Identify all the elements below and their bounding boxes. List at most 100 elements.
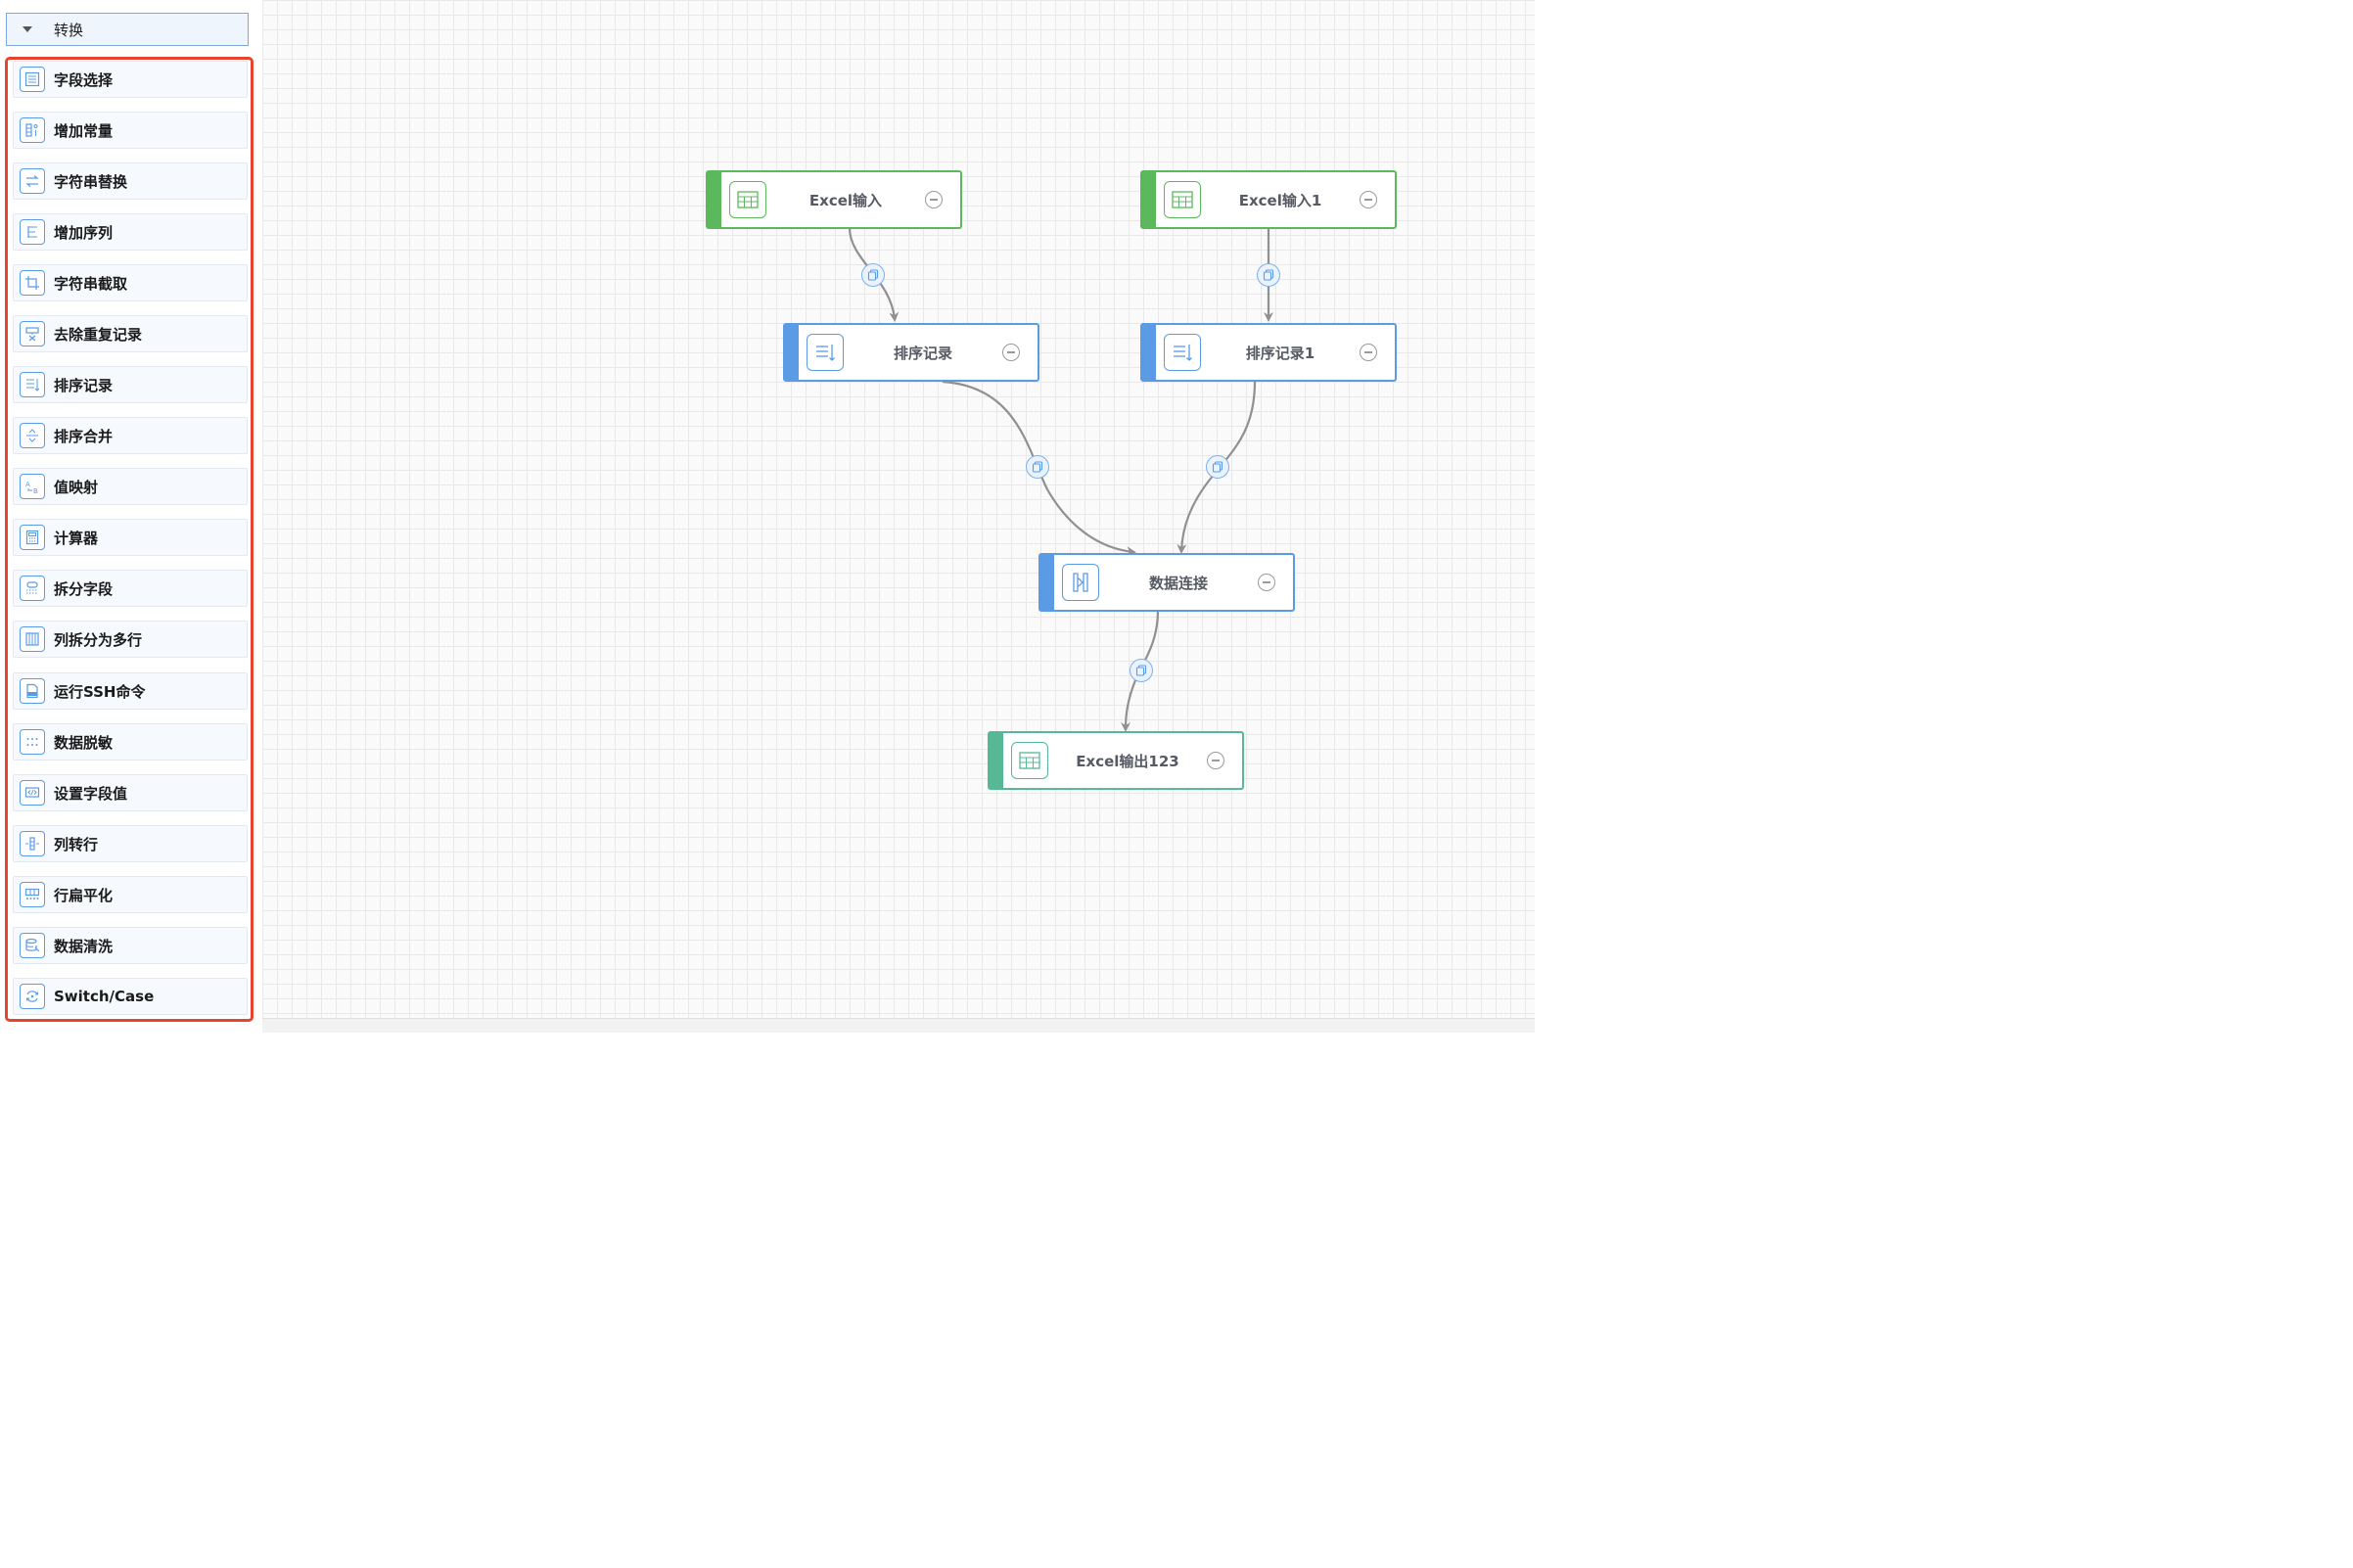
split-field-icon (20, 576, 45, 601)
masking-icon (20, 729, 45, 755)
category-header-transform[interactable]: 转换 (6, 13, 249, 46)
table-icon (729, 181, 766, 218)
remove-circle-icon[interactable] (925, 191, 943, 208)
step-item-split-rows[interactable]: 列拆分为多行 (13, 621, 248, 658)
sort-merge-icon (20, 423, 45, 448)
step-label: 字符串截取 (54, 274, 128, 293)
step-item-field-select[interactable]: 字段选择 (13, 61, 248, 98)
calculator-icon (20, 525, 45, 550)
copy-icon (1212, 461, 1223, 473)
step-label: 字符串替换 (54, 172, 128, 191)
category-title: 转换 (54, 21, 84, 39)
remove-circle-icon[interactable] (1258, 574, 1275, 591)
hop-copy-badge[interactable] (1026, 455, 1049, 479)
app-root: 转换 字段选择 增加常量 字符串替换 增加序列 字符串截取 去除重复记录 排序记… (0, 0, 1535, 1033)
join-icon (1062, 564, 1099, 601)
string-cut-icon (20, 270, 45, 296)
step-label: 列拆分为多行 (54, 630, 143, 649)
ssh-icon (20, 678, 45, 704)
node-excel-input[interactable]: Excel输入 (706, 170, 962, 229)
step-item-add-sequence[interactable]: 增加序列 (13, 213, 248, 251)
step-item-dedupe[interactable]: 去除重复记录 (13, 315, 248, 352)
copy-icon (867, 269, 879, 281)
remove-circle-icon[interactable] (1360, 344, 1377, 361)
step-label: 排序记录 (54, 376, 114, 394)
step-label: Switch/Case (54, 988, 155, 1005)
remove-circle-icon[interactable] (1207, 752, 1224, 769)
column-to-row-icon (20, 831, 45, 856)
step-label: 计算器 (54, 529, 99, 547)
node-label: 排序记录1 (1245, 344, 1315, 362)
step-item-sort[interactable]: 排序记录 (13, 366, 248, 403)
node-sort-records[interactable]: 排序记录 (783, 323, 1039, 382)
step-label: 增加常量 (54, 121, 114, 140)
step-label: 设置字段值 (54, 784, 128, 803)
step-item-string-replace[interactable]: 字符串替换 (13, 162, 248, 200)
data-clean-icon (20, 933, 45, 958)
remove-circle-icon[interactable] (1360, 191, 1377, 208)
step-label: 去除重复记录 (54, 325, 143, 344)
hop-copy-badge[interactable] (1257, 263, 1280, 287)
step-item-masking[interactable]: 数据脱敏 (13, 723, 248, 761)
node-label: Excel输入1 (1238, 191, 1322, 209)
step-label: 增加序列 (54, 223, 114, 242)
sort-icon (20, 372, 45, 397)
add-constant-icon (20, 117, 45, 143)
copy-icon (1032, 461, 1043, 473)
step-item-switch-case[interactable]: Switch/Case (13, 978, 248, 1015)
node-label: 排序记录 (893, 344, 952, 362)
step-item-add-constant[interactable]: 增加常量 (13, 112, 248, 149)
step-item-flatten[interactable]: 行扁平化 (13, 876, 248, 913)
svg-text:B: B (33, 487, 38, 494)
hop-copy-badge[interactable] (861, 263, 885, 287)
set-field-icon (20, 780, 45, 806)
step-label: 排序合并 (54, 427, 114, 445)
copy-icon (1135, 665, 1147, 676)
step-palette-sidebar: 转换 字段选择 增加常量 字符串替换 增加序列 字符串截取 去除重复记录 排序记… (0, 0, 262, 1033)
step-label: 列转行 (54, 835, 99, 853)
step-label: 拆分字段 (54, 579, 114, 598)
sort-icon (1164, 334, 1201, 371)
step-label: 数据清洗 (54, 937, 114, 955)
node-sort-records-1[interactable]: 排序记录1 (1140, 323, 1397, 382)
value-mapping-icon: AB (20, 474, 45, 499)
field-select-icon (20, 67, 45, 92)
hop-copy-badge[interactable] (1206, 455, 1229, 479)
node-label: Excel输入 (808, 191, 883, 209)
step-item-value-mapping[interactable]: AB 值映射 (13, 468, 248, 505)
step-item-calculator[interactable]: 计算器 (13, 519, 248, 556)
node-label: 数据连接 (1148, 574, 1208, 592)
step-label: 数据脱敏 (54, 733, 114, 752)
step-item-split-field[interactable]: 拆分字段 (13, 570, 248, 607)
canvas-horizontal-scrollbar[interactable] (262, 1018, 1535, 1033)
copy-icon (1263, 269, 1274, 281)
step-label: 运行SSH命令 (54, 682, 146, 701)
step-item-ssh[interactable]: 运行SSH命令 (13, 672, 248, 710)
add-sequence-icon (20, 219, 45, 245)
step-item-sort-merge[interactable]: 排序合并 (13, 417, 248, 454)
step-label: 值映射 (54, 478, 99, 496)
node-excel-input-1[interactable]: Excel输入1 (1140, 170, 1397, 229)
step-item-string-cut[interactable]: 字符串截取 (13, 264, 248, 301)
step-item-data-clean[interactable]: 数据清洗 (13, 927, 248, 964)
step-item-set-field[interactable]: 设置字段值 (13, 774, 248, 811)
flow-canvas[interactable] (262, 0, 1535, 1033)
switch-case-icon (20, 984, 45, 1009)
step-label: 行扁平化 (54, 886, 114, 904)
caret-down-icon[interactable] (23, 26, 32, 32)
step-label: 字段选择 (54, 70, 114, 89)
sort-icon (807, 334, 844, 371)
node-data-join[interactable]: 数据连接 (1038, 553, 1295, 612)
table-icon (1164, 181, 1201, 218)
node-excel-output[interactable]: Excel输出123 (988, 731, 1244, 790)
flatten-icon (20, 882, 45, 907)
step-item-column-to-row[interactable]: 列转行 (13, 825, 248, 862)
string-replace-icon (20, 168, 45, 194)
dedupe-icon (20, 321, 45, 346)
table-icon (1011, 742, 1048, 779)
hop-copy-badge[interactable] (1130, 659, 1153, 682)
split-rows-icon (20, 626, 45, 652)
node-label: Excel输出123 (1076, 752, 1179, 770)
step-list: 字段选择 增加常量 字符串替换 增加序列 字符串截取 去除重复记录 排序记录 排… (5, 57, 254, 1022)
remove-circle-icon[interactable] (1002, 344, 1020, 361)
